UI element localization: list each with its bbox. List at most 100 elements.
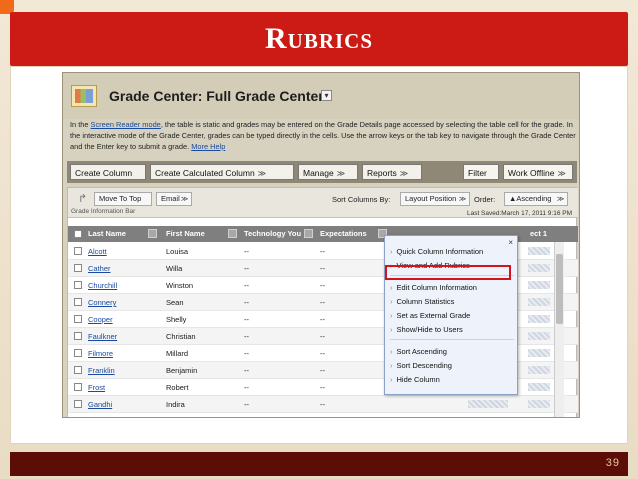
column-header-project[interactable]: ect 1 (526, 226, 554, 242)
row-checkbox[interactable] (74, 315, 82, 323)
menu-item-label: Sort Descending (396, 361, 452, 370)
menu-item-sort-descending[interactable]: › Sort Descending (390, 360, 452, 372)
grade-cell[interactable]: -- (320, 315, 325, 324)
grade-cell[interactable]: -- (244, 298, 249, 307)
row-checkbox[interactable] (74, 349, 82, 357)
column-header-technology[interactable]: Technology You (240, 226, 314, 242)
last-name-cell[interactable]: Franklin (88, 366, 115, 375)
table-row: Gandhi Indira -- -- (68, 396, 578, 413)
grade-cell[interactable]: -- (320, 264, 325, 273)
more-help-link[interactable]: More Help (191, 142, 225, 151)
chevron-down-icon: ≫ (180, 196, 189, 203)
first-name-cell: Winston (166, 281, 194, 290)
grade-cell-placeholder (528, 281, 550, 289)
last-name-cell[interactable]: Filmore (88, 349, 113, 358)
grade-cell[interactable]: -- (320, 349, 325, 358)
create-column-button[interactable]: Create Column (70, 164, 146, 180)
grade-cell-placeholder (528, 383, 550, 391)
grade-cell-placeholder (528, 349, 550, 357)
create-calculated-column-button[interactable]: Create Calculated Column ≫ (150, 164, 294, 180)
column-header-first-name[interactable]: First Name (162, 226, 238, 242)
column-menu-icon[interactable] (304, 229, 313, 238)
column-menu-icon[interactable] (228, 229, 237, 238)
select-all-checkbox[interactable] (74, 230, 82, 238)
grade-cell[interactable]: -- (244, 366, 249, 375)
grade-cell[interactable]: -- (320, 247, 325, 256)
row-checkbox[interactable] (74, 298, 82, 306)
column-header-expectations[interactable]: Expectations (316, 226, 386, 242)
create-calculated-column-label: Create Calculated Column (155, 168, 255, 178)
row-checkbox[interactable] (74, 264, 82, 272)
grade-center-description: In the Screen Reader mode, the table is … (70, 119, 576, 152)
reports-button[interactable]: Reports ≫ (362, 164, 422, 180)
last-name-cell[interactable]: Frost (88, 383, 105, 392)
last-name-cell[interactable]: Faulkner (88, 332, 117, 341)
chevron-right-icon: › (390, 375, 393, 384)
grade-cell-placeholder (528, 315, 550, 323)
grade-cell[interactable]: -- (320, 281, 325, 290)
filter-button[interactable]: Filter (463, 164, 499, 180)
menu-item-set-as-external-grade[interactable]: › Set as External Grade (390, 310, 470, 322)
grade-cell-placeholder (528, 247, 550, 255)
work-offline-button[interactable]: Work Offline ≫ (503, 164, 573, 180)
row-checkbox[interactable] (74, 281, 82, 289)
first-name-cell: Christian (166, 332, 196, 341)
chevron-down-icon: ≫ (458, 196, 467, 203)
grade-center-icon (71, 85, 97, 107)
last-name-cell[interactable]: Cooper (88, 315, 113, 324)
menu-item-column-statistics[interactable]: › Column Statistics (390, 296, 454, 308)
grid-scrollbar[interactable] (554, 242, 564, 417)
grade-cell[interactable]: -- (244, 400, 249, 409)
grade-cell[interactable]: -- (244, 332, 249, 341)
last-name-cell[interactable]: Cather (88, 264, 111, 273)
menu-item-sort-ascending[interactable]: › Sort Ascending (390, 346, 447, 358)
row-checkbox[interactable] (74, 247, 82, 255)
row-checkbox[interactable] (74, 332, 82, 340)
manage-button[interactable]: Manage ≫ (298, 164, 358, 180)
chevron-down-icon[interactable]: ▾ (321, 90, 332, 101)
grade-cell-placeholder (528, 264, 550, 272)
row-checkbox[interactable] (74, 366, 82, 374)
sort-columns-label: Sort Columns By: (332, 195, 391, 204)
menu-item-hide-column[interactable]: › Hide Column (390, 374, 440, 386)
menu-item-quick-column-information[interactable]: › Quick Column Information (390, 246, 483, 258)
move-to-top-label: Move To Top (99, 194, 142, 203)
grade-cell[interactable]: -- (320, 332, 325, 341)
grade-cell[interactable]: -- (244, 264, 249, 273)
email-dropdown[interactable]: Email ≫ (156, 192, 192, 206)
last-saved-status: Last Saved:March 17, 2011 9:16 PM (466, 210, 572, 217)
chevron-right-icon: › (390, 347, 393, 356)
last-name-cell[interactable]: Alcott (88, 247, 107, 256)
grade-cell[interactable]: -- (244, 349, 249, 358)
grade-cell[interactable]: -- (320, 366, 325, 375)
row-checkbox[interactable] (74, 400, 82, 408)
grade-cell[interactable]: -- (244, 315, 249, 324)
order-select[interactable]: ▲Ascending ≫ (504, 192, 568, 206)
menu-separator (390, 339, 514, 340)
grade-cell[interactable]: -- (320, 400, 325, 409)
grade-cell[interactable]: -- (244, 383, 249, 392)
sort-columns-select[interactable]: Layout Position ≫ (400, 192, 470, 206)
first-name-cell: Louisa (166, 247, 189, 256)
sort-columns-value: Layout Position (405, 194, 457, 203)
close-icon[interactable]: × (508, 238, 513, 247)
grade-cell-placeholder (468, 400, 508, 408)
menu-item-show-hide-to-users[interactable]: › Show/Hide to Users (390, 324, 463, 336)
chevron-right-icon: › (390, 311, 393, 320)
row-checkbox[interactable] (74, 383, 82, 391)
menu-item-edit-column-information[interactable]: › Edit Column Information (390, 282, 477, 294)
grade-cell-placeholder (528, 366, 550, 374)
scrollbar-thumb[interactable] (556, 254, 563, 324)
column-menu-icon[interactable] (148, 229, 157, 238)
grade-center-header: Grade Center: Full Grade Center ▾ (63, 73, 579, 119)
grade-cell[interactable]: -- (320, 298, 325, 307)
move-to-top-button[interactable]: Move To Top (94, 192, 152, 206)
grade-cell[interactable]: -- (244, 247, 249, 256)
grade-cell[interactable]: -- (244, 281, 249, 290)
last-name-cell[interactable]: Connery (88, 298, 116, 307)
chevron-right-icon: › (390, 325, 393, 334)
last-name-cell[interactable]: Churchill (88, 281, 117, 290)
grade-cell[interactable]: -- (320, 383, 325, 392)
screen-reader-mode-link[interactable]: Screen Reader mode (91, 120, 161, 129)
last-name-cell[interactable]: Gandhi (88, 400, 112, 409)
